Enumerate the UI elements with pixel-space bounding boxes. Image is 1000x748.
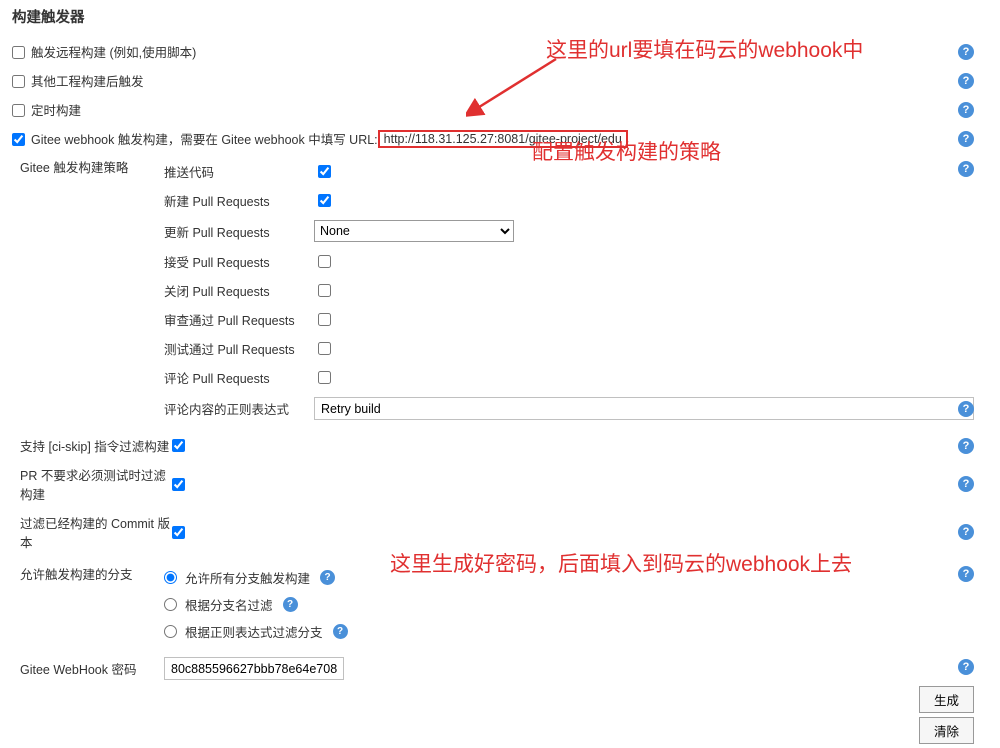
help-icon[interactable]: ? — [958, 44, 974, 60]
help-icon[interactable]: ? — [958, 401, 974, 417]
branch-label: 允许触发构建的分支 — [12, 564, 164, 583]
remote-build-label: 触发远程构建 (例如,使用脚本) — [31, 42, 196, 61]
branch-all-radio[interactable] — [164, 571, 177, 584]
help-icon[interactable]: ? — [320, 570, 335, 585]
gitee-webhook-checkbox[interactable] — [12, 133, 25, 146]
strategy-label: Gitee 触发构建策略 — [12, 157, 164, 176]
pr-filter-checkbox[interactable] — [172, 478, 185, 491]
update-pr-select[interactable]: None — [314, 220, 514, 242]
pr-filter-label: PR 不要求必须测试时过滤构建 — [20, 465, 172, 503]
help-icon[interactable]: ? — [958, 102, 974, 118]
secret-input[interactable] — [164, 657, 344, 680]
help-icon[interactable]: ? — [333, 624, 348, 639]
branch-regex-radio[interactable] — [164, 625, 177, 638]
review-pr-checkbox[interactable] — [318, 313, 331, 326]
help-icon[interactable]: ? — [958, 73, 974, 89]
update-pr-label: 更新 Pull Requests — [164, 222, 314, 241]
close-pr-checkbox[interactable] — [318, 284, 331, 297]
comment-regex-label: 评论内容的正则表达式 — [164, 399, 314, 418]
branch-name-label: 根据分支名过滤 — [185, 595, 273, 614]
accept-pr-checkbox[interactable] — [318, 255, 331, 268]
push-code-label: 推送代码 — [164, 162, 314, 181]
branch-regex-label: 根据正则表达式过滤分支 — [185, 622, 323, 641]
annotation-strategy: 配置触发构建的策略 — [532, 136, 721, 166]
help-icon[interactable]: ? — [958, 659, 974, 675]
branch-all-label: 允许所有分支触发构建 — [185, 568, 310, 587]
annotation-url: 这里的url要填在码云的webhook中 — [546, 34, 863, 64]
branch-name-radio[interactable] — [164, 598, 177, 611]
help-icon[interactable]: ? — [958, 476, 974, 492]
ciskip-label: 支持 [ci-skip] 指令过滤构建 — [20, 436, 172, 455]
test-pr-checkbox[interactable] — [318, 342, 331, 355]
secret-label: Gitee WebHook 密码 — [12, 659, 164, 678]
help-icon[interactable]: ? — [283, 597, 298, 612]
comment-regex-input[interactable] — [314, 397, 974, 420]
gitee-webhook-label: Gitee webhook 触发构建，需要在 Gitee webhook 中填写… — [31, 129, 378, 148]
push-code-checkbox[interactable] — [318, 165, 331, 178]
scheduled-checkbox[interactable] — [12, 104, 25, 117]
annotation-secret: 这里生成好密码，后面填入到码云的webhook上去 — [390, 548, 852, 578]
after-other-label: 其他工程构建后触发 — [31, 71, 144, 90]
comment-pr-label: 评论 Pull Requests — [164, 368, 314, 387]
after-other-checkbox[interactable] — [12, 75, 25, 88]
help-icon[interactable]: ? — [958, 161, 974, 177]
generate-button[interactable]: 生成 — [919, 686, 974, 713]
create-pr-checkbox[interactable] — [318, 194, 331, 207]
help-icon[interactable]: ? — [958, 524, 974, 540]
remote-build-checkbox[interactable] — [12, 46, 25, 59]
help-icon[interactable]: ? — [958, 131, 974, 147]
scheduled-label: 定时构建 — [31, 100, 81, 119]
section-title: 构建触发器 — [12, 6, 988, 27]
test-pr-label: 测试通过 Pull Requests — [164, 339, 314, 358]
commit-filter-label: 过滤已经构建的 Commit 版本 — [20, 513, 172, 551]
comment-pr-checkbox[interactable] — [318, 371, 331, 384]
help-icon[interactable]: ? — [958, 566, 974, 582]
help-icon[interactable]: ? — [958, 438, 974, 454]
commit-filter-checkbox[interactable] — [172, 526, 185, 539]
clear-button[interactable]: 清除 — [919, 717, 974, 744]
ciskip-checkbox[interactable] — [172, 439, 185, 452]
review-pr-label: 审查通过 Pull Requests — [164, 310, 314, 329]
close-pr-label: 关闭 Pull Requests — [164, 281, 314, 300]
create-pr-label: 新建 Pull Requests — [164, 191, 314, 210]
accept-pr-label: 接受 Pull Requests — [164, 252, 314, 271]
